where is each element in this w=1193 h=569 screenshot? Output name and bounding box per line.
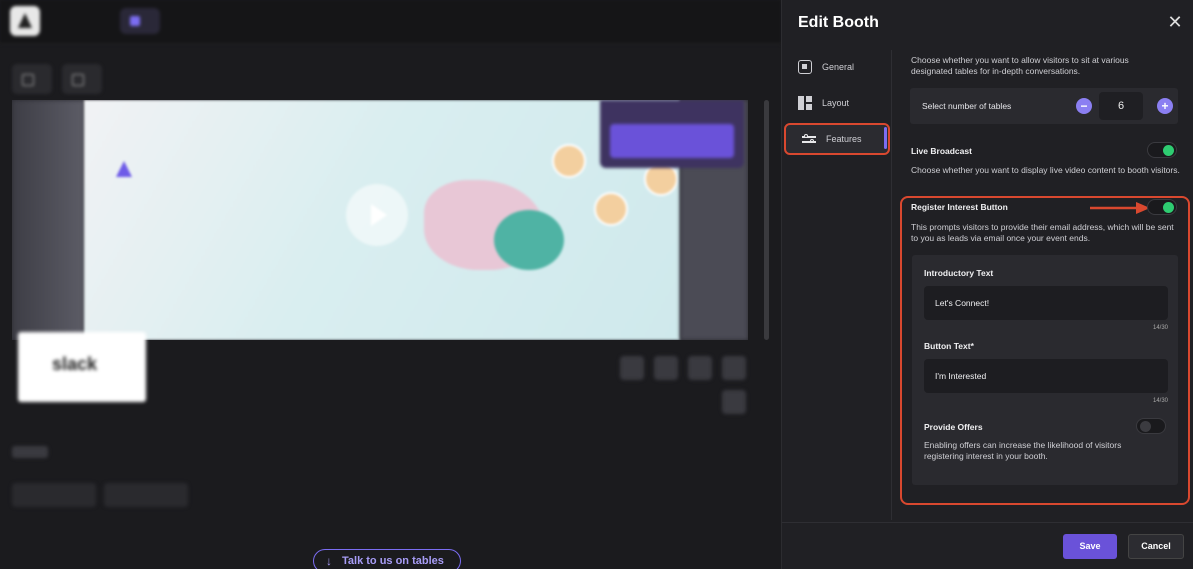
arrow-down-icon: ↓ [326,554,332,568]
panel-title: Edit Booth [798,14,879,31]
background-buttons [12,64,102,94]
resource-button [12,483,96,507]
blurred-cta-card [600,100,744,168]
booth-about [12,436,752,512]
nav-item-label: General [822,62,855,72]
banner-side-left [12,100,84,340]
live-broadcast-toggle[interactable] [1147,142,1177,158]
nav-item-label: Features [826,134,862,144]
annotation-arrow [1090,202,1150,214]
close-icon[interactable]: ✕ [1165,12,1185,32]
cancel-button[interactable]: Cancel [1128,534,1184,559]
provide-offers-toggle[interactable] [1136,418,1166,434]
blurred-pill [120,8,160,34]
talk-on-tables-button[interactable]: ↓ Talk to us on tables [313,549,461,569]
save-button[interactable]: Save [1063,534,1117,559]
avatar [594,192,628,226]
active-indicator [884,127,887,149]
social-icon [688,356,712,380]
button-text-counter: 14/30 [1152,398,1168,404]
banner-hero-image [84,100,680,340]
avatar [552,144,586,178]
panel-nav: General Layout Features [782,50,892,520]
tables-count-input[interactable]: 6 [1099,92,1143,120]
nav-item-general[interactable]: General [782,52,890,82]
nav-item-layout[interactable]: Layout [782,88,890,118]
features-content: Choose whether you want to allow visitor… [900,50,1192,520]
booth-profile [12,322,748,414]
social-icon [620,356,644,380]
blurred-button [62,64,102,94]
booth-logo [18,332,146,402]
about-tag [12,446,48,458]
sliders-icon [802,132,816,146]
intro-text-counter: 14/30 [1152,325,1168,331]
talk-on-tables-label: Talk to us on tables [342,555,444,567]
layout-icon [798,96,812,110]
hero-brand [116,158,140,181]
register-interest-description: This prompts visitors to provide their e… [911,222,1174,243]
tables-label: Select number of tables [922,101,1012,111]
intro-text-input[interactable]: Let's Connect! [924,286,1168,320]
blurred-button [12,64,52,94]
background-app: ↓ Talk to us on tables [0,0,781,569]
edit-booth-panel: Edit Booth ✕ General Layout Features Cho… [781,0,1193,569]
increment-button[interactable]: + [1157,98,1173,114]
nav-item-label: Layout [822,98,850,108]
panel-footer: Save Cancel [782,522,1193,569]
provide-offers-description: Enabling offers can increase the likelih… [924,440,1122,461]
intro-text-label: Introductory Text [924,268,994,278]
social-icon [722,356,746,380]
register-interest-label: Register Interest Button [911,202,1008,212]
provide-offers-label: Provide Offers [924,422,983,432]
button-text-label: Button Text* [924,341,974,351]
resource-button [104,483,188,507]
play-icon [346,184,408,246]
hero-illustration [494,210,564,270]
decrement-button[interactable]: − [1076,98,1092,114]
live-broadcast-description: Choose whether you want to display live … [911,165,1180,175]
nav-item-features[interactable]: Features [784,123,890,155]
background-scrollbar [764,100,769,340]
button-text-input[interactable]: I'm Interested [924,359,1168,393]
background-topbar [0,0,781,44]
social-icon [722,390,746,414]
live-broadcast-label: Live Broadcast [911,146,972,156]
social-icon [654,356,678,380]
register-interest-settings: Introductory Text Let's Connect! 14/30 B… [912,255,1178,485]
tables-description: Choose whether you want to allow visitor… [911,55,1129,76]
general-icon [798,60,812,74]
register-interest-toggle[interactable] [1147,199,1177,215]
tables-selector: Select number of tables − 6 + [910,88,1178,124]
app-logo [10,6,40,36]
booth-banner [12,100,748,340]
